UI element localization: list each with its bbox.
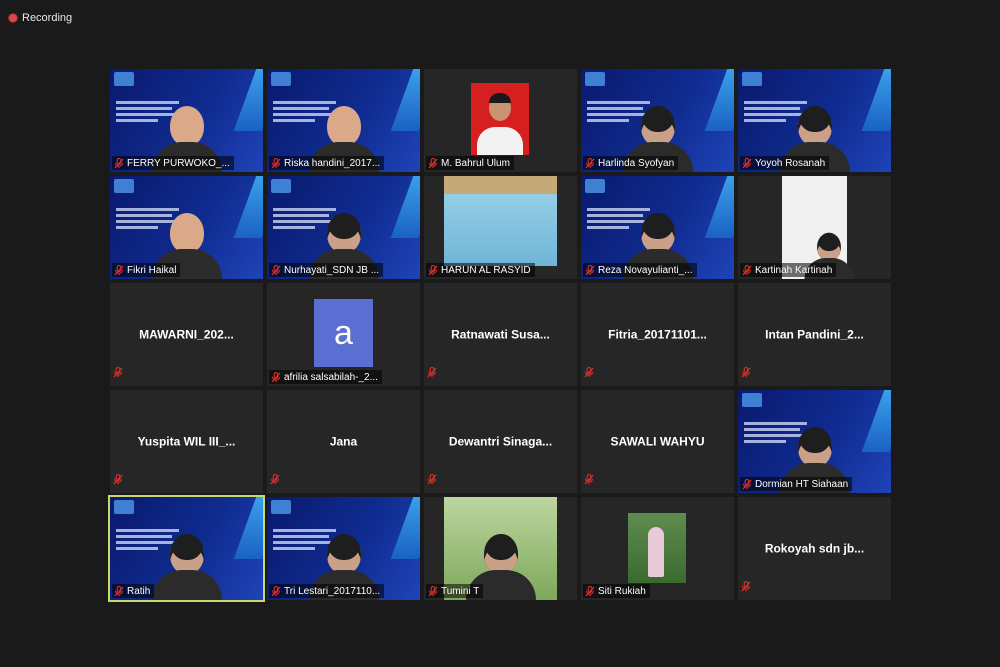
participant-tile[interactable]: Rokoyah sdn jb... (738, 497, 891, 600)
muted-mic-icon (585, 157, 595, 168)
muted-mic-icon (742, 478, 752, 489)
muted-mic-icon (741, 580, 751, 592)
participant-name: Harlinda Syofyan (598, 157, 675, 169)
profile-photo (471, 83, 529, 155)
muted-mic-icon (271, 157, 281, 168)
participant-tile[interactable]: Tumini T (424, 497, 577, 600)
participant-tile[interactable]: Fitria_20171101... (581, 283, 734, 386)
muted-mic-icon (114, 264, 124, 275)
muted-mic-icon (584, 473, 594, 485)
participant-name-center: Dewantri Sinaga... (448, 433, 553, 448)
participant-tile[interactable]: Dormian HT Siahaan (738, 390, 891, 493)
participant-name: M. Bahrul Ulum (441, 157, 510, 169)
video-feed (444, 176, 557, 266)
participant-label: M. Bahrul Ulum (426, 156, 514, 170)
participant-tile[interactable]: Reza Novayulianti_... (581, 176, 734, 279)
participant-name: Riska handini_2017... (284, 157, 381, 169)
participant-tile[interactable]: M. Bahrul Ulum (424, 69, 577, 172)
muted-mic-icon (114, 157, 124, 168)
participant-name-center: Ratnawati Susa... (451, 326, 550, 341)
muted-mic-icon (428, 157, 438, 168)
muted-mic-icon (585, 585, 595, 596)
participant-name: Reza Novayulianti_... (598, 264, 693, 276)
participant-label: afrilia salsabilah-_2... (269, 370, 382, 384)
muted-mic-icon (114, 585, 124, 596)
participant-name-center: Rokoyah sdn jb... (764, 540, 865, 555)
participant-tile[interactable]: FERRY PURWOKO_... (110, 69, 263, 172)
participant-label: Tri Lestari_2017110... (269, 584, 385, 598)
muted-mic-icon (742, 157, 752, 168)
participant-tile[interactable]: HARUN AL RASYID (424, 176, 577, 279)
participant-label: Dormian HT Siahaan (740, 477, 853, 491)
participant-label: Kartinah Kartinah (740, 263, 837, 277)
participant-name-center: Jana (329, 433, 358, 448)
participant-label: Siti Rukiah (583, 584, 650, 598)
participant-label: Yoyoh Rosanah (740, 156, 830, 170)
muted-mic-icon (113, 473, 123, 485)
participant-tile[interactable]: Ratih (108, 495, 265, 602)
participant-tile[interactable]: Ratnawati Susa... (424, 283, 577, 386)
muted-mic-icon (271, 585, 281, 596)
participant-name: Fikri Haikal (127, 264, 177, 276)
participant-name: Kartinah Kartinah (755, 264, 833, 276)
muted-mic-icon (742, 264, 752, 275)
muted-mic-icon (271, 264, 281, 275)
participant-name: Dormian HT Siahaan (755, 478, 849, 490)
participant-tile[interactable]: Jana (267, 390, 420, 493)
participant-label: Tumini T (426, 584, 484, 598)
muted-mic-icon (584, 366, 594, 378)
participant-name: afrilia salsabilah-_2... (284, 371, 378, 383)
participant-label: Reza Novayulianti_... (583, 263, 697, 277)
muted-mic-icon (113, 366, 123, 378)
muted-mic-icon (428, 264, 438, 275)
participant-name-center: SAWALI WAHYU (610, 433, 705, 448)
participant-name: HARUN AL RASYID (441, 264, 531, 276)
muted-mic-icon (741, 366, 751, 378)
muted-mic-icon (428, 585, 438, 596)
participant-tile[interactable]: MAWARNI_202... (110, 283, 263, 386)
participant-tile[interactable]: Intan Pandini_2... (738, 283, 891, 386)
participant-tile[interactable]: Riska handini_2017... (267, 69, 420, 172)
participant-name-center: Intan Pandini_2... (765, 326, 864, 341)
muted-mic-icon (585, 264, 595, 275)
participant-label: Harlinda Syofyan (583, 156, 679, 170)
recording-icon (8, 13, 18, 23)
participant-name: Siti Rukiah (598, 585, 646, 597)
participant-label: Ratih (112, 584, 155, 598)
participant-tile[interactable]: Fikri Haikal (110, 176, 263, 279)
participant-name: Ratih (127, 585, 151, 597)
recording-indicator[interactable]: Recording (8, 10, 72, 26)
participant-name: Tumini T (441, 585, 480, 597)
participant-label: Fikri Haikal (112, 263, 181, 277)
participant-name: Yoyoh Rosanah (755, 157, 826, 169)
participant-name-center: Yuspita WIL III_... (137, 433, 236, 448)
participant-name: Nurhayati_SDN JB ... (284, 264, 380, 276)
muted-mic-icon (427, 473, 437, 485)
participant-tile[interactable]: Nurhayati_SDN JB ... (267, 176, 420, 279)
muted-mic-icon (427, 366, 437, 378)
participant-tile[interactable]: Siti Rukiah (581, 497, 734, 600)
avatar: a (314, 299, 373, 367)
participant-label: FERRY PURWOKO_... (112, 156, 234, 170)
participant-tile[interactable]: Harlinda Syofyan (581, 69, 734, 172)
participant-tile[interactable]: Yuspita WIL III_... (110, 390, 263, 493)
video-feed (628, 513, 686, 583)
participant-name-center: Fitria_20171101... (608, 326, 707, 341)
recording-label: Recording (22, 12, 73, 24)
participant-label: HARUN AL RASYID (426, 263, 535, 277)
participant-name-center: MAWARNI_202... (139, 326, 234, 341)
muted-mic-icon (270, 473, 280, 485)
muted-mic-icon (271, 371, 281, 382)
participant-gallery: FERRY PURWOKO_... Riska handini_2017... … (108, 69, 891, 602)
participant-tile[interactable]: a afrilia salsabilah-_2... (267, 283, 420, 386)
participant-label: Riska handini_2017... (269, 156, 385, 170)
participant-tile[interactable]: Kartinah Kartinah (738, 176, 891, 279)
participant-name: Tri Lestari_2017110... (284, 585, 381, 597)
participant-label: Nurhayati_SDN JB ... (269, 263, 384, 277)
participant-tile[interactable]: Dewantri Sinaga... (424, 390, 577, 493)
participant-name: FERRY PURWOKO_... (127, 157, 230, 169)
participant-tile[interactable]: Tri Lestari_2017110... (267, 497, 420, 600)
participant-tile[interactable]: SAWALI WAHYU (581, 390, 734, 493)
participant-tile[interactable]: Yoyoh Rosanah (738, 69, 891, 172)
